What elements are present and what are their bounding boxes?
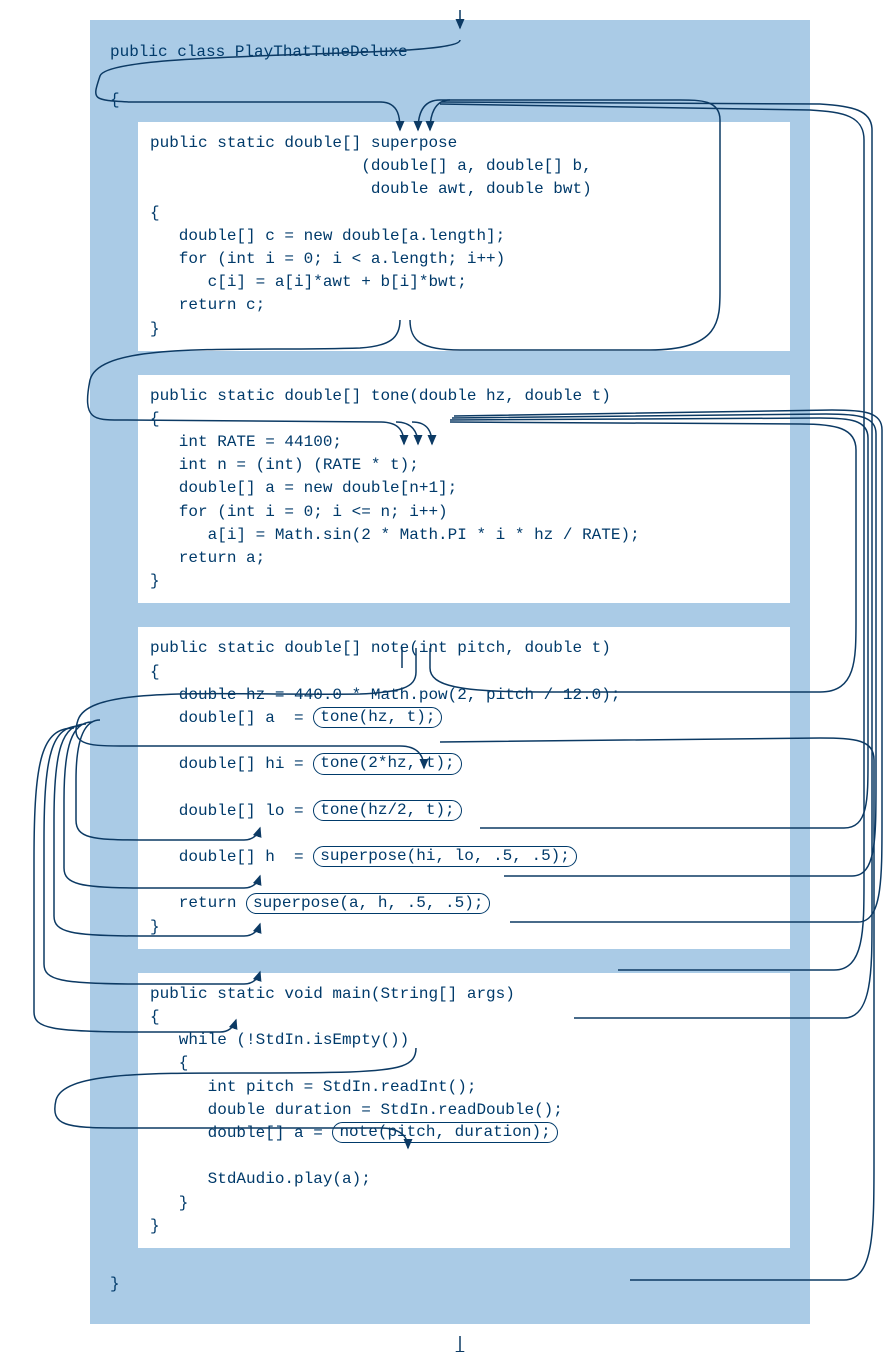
tone-close: } [150, 572, 160, 590]
method-main: public static void main(String[] args) {… [138, 973, 790, 1248]
tone-l5: a[i] = Math.sin(2 * Math.PI * i * hz / R… [150, 526, 640, 544]
call-superpose-2: superpose(a, h, .5, .5); [246, 893, 490, 914]
class-decl-text: public class PlayThatTuneDeluxe [110, 43, 408, 61]
main-close: } [150, 1217, 160, 1235]
close-brace: } [110, 1272, 790, 1296]
superpose-l1: double[] c = new double[a.length]; [150, 227, 505, 245]
note-l6a: return [150, 894, 246, 912]
superpose-l2: for (int i = 0; i < a.length; i++) [150, 250, 505, 268]
note-open: { [150, 663, 160, 681]
note-l4a: double[] lo = [150, 802, 313, 820]
main-l5a: double[] a = [150, 1124, 332, 1142]
call-note: note(pitch, duration); [332, 1122, 557, 1143]
class-declaration: public class PlayThatTuneDeluxe { [110, 40, 790, 112]
superpose-sig1: public static double[] superpose [150, 134, 457, 152]
note-sig: public static double[] note(int pitch, d… [150, 639, 611, 657]
main-sig: public static void main(String[] args) [150, 985, 515, 1003]
tone-open: { [150, 410, 160, 428]
note-close: } [150, 918, 160, 936]
tone-sig: public static double[] tone(double hz, d… [150, 387, 611, 405]
main-open: { [150, 1008, 160, 1026]
superpose-open: { [150, 204, 160, 222]
superpose-sig3: double awt, double bwt) [150, 180, 592, 198]
main-l2: { [150, 1054, 188, 1072]
note-l2a: double[] a = [150, 709, 313, 727]
call-superpose-1: superpose(hi, lo, .5, .5); [313, 846, 577, 867]
tone-l6: return a; [150, 549, 265, 567]
main-l6: StdAudio.play(a); [150, 1170, 371, 1188]
tone-l3: double[] a = new double[n+1]; [150, 479, 457, 497]
main-l7: } [150, 1194, 188, 1212]
method-superpose: public static double[] superpose (double… [138, 122, 790, 351]
tone-l2: int n = (int) (RATE * t); [150, 456, 419, 474]
main-l1: while (!StdIn.isEmpty()) [150, 1031, 409, 1049]
method-tone: public static double[] tone(double hz, d… [138, 375, 790, 604]
call-tone-3: tone(hz/2, t); [313, 800, 461, 821]
call-tone-1: tone(hz, t); [313, 707, 442, 728]
diagram-container: public class PlayThatTuneDeluxe { public… [20, 20, 874, 1324]
tone-l4: for (int i = 0; i <= n; i++) [150, 503, 448, 521]
method-note: public static double[] note(int pitch, d… [138, 627, 790, 948]
tone-l1: int RATE = 44100; [150, 433, 342, 451]
note-l5a: double[] h = [150, 848, 313, 866]
main-l3: int pitch = StdIn.readInt(); [150, 1078, 476, 1096]
superpose-l3: c[i] = a[i]*awt + b[i]*bwt; [150, 273, 467, 291]
superpose-l4: return c; [150, 296, 265, 314]
note-l3a: double[] hi = [150, 755, 313, 773]
class-box: public class PlayThatTuneDeluxe { public… [90, 20, 810, 1324]
superpose-sig2: (double[] a, double[] b, [150, 157, 592, 175]
call-tone-2: tone(2*hz, t); [313, 753, 461, 774]
superpose-close: } [150, 320, 160, 338]
main-l4: double duration = StdIn.readDouble(); [150, 1101, 563, 1119]
open-brace: { [110, 91, 120, 109]
note-l1: double hz = 440.0 * Math.pow(2, pitch / … [150, 686, 620, 704]
